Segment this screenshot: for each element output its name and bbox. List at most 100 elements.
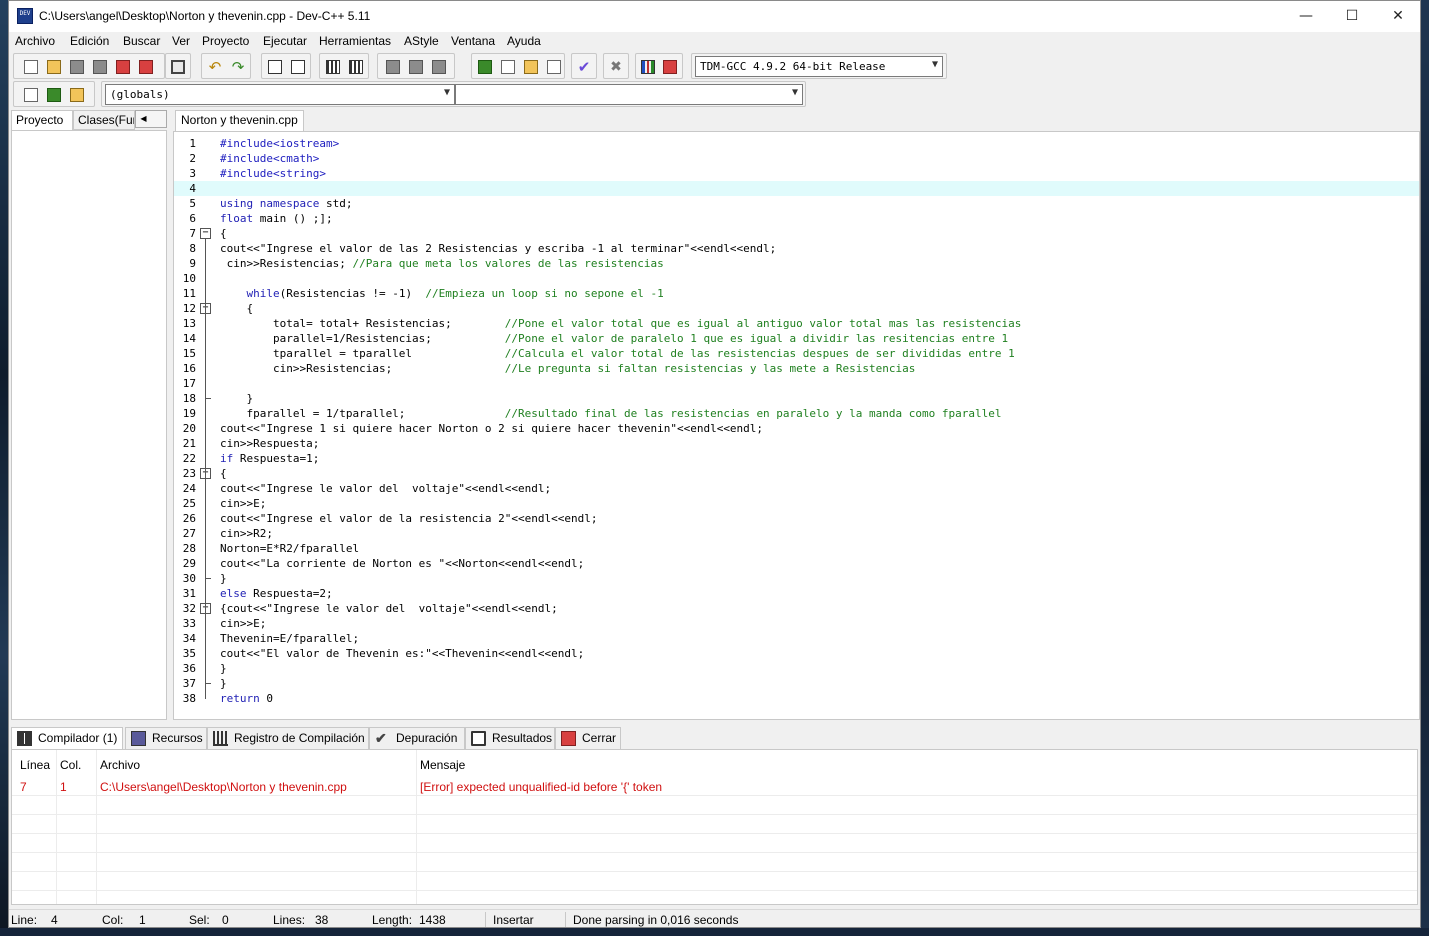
code-line[interactable]: 20 cout<<"Ingrese 1 si quiere hacer Norto… <box>174 421 1419 436</box>
code-line[interactable]: 38 return 0 <box>174 691 1419 706</box>
tab-compilador[interactable]: Compilador (1) <box>11 727 123 749</box>
project-options-button[interactable] <box>430 58 448 76</box>
code-line[interactable]: 2 #include<cmath> <box>174 151 1419 166</box>
goto-definition-button[interactable] <box>45 86 63 104</box>
column-header-archivo[interactable]: Archivo <box>100 758 140 772</box>
menu-ayuda[interactable]: Ayuda <box>507 34 541 48</box>
indent-button[interactable] <box>324 58 342 76</box>
tab-clases[interactable]: Clases(Fun <box>73 110 135 130</box>
code-line[interactable]: 9 cin>>Resistencias; //Para que meta los… <box>174 256 1419 271</box>
replace-button[interactable] <box>289 58 307 76</box>
code-line[interactable]: 7−{ <box>174 226 1419 241</box>
compile-button[interactable] <box>476 58 494 76</box>
code-line[interactable]: 23−{ <box>174 466 1419 481</box>
tab-registro-compilacion[interactable]: Registro de Compilación <box>207 727 369 749</box>
delete-profile-button[interactable] <box>661 58 679 76</box>
goto-declaration-button[interactable] <box>22 86 40 104</box>
column-header-linea[interactable]: Línea <box>20 758 50 772</box>
save-all-button[interactable] <box>91 58 109 76</box>
code-line[interactable]: 12− { <box>174 301 1419 316</box>
editor-tab-norton-y-thevenin[interactable]: Norton y thevenin.cpp <box>175 110 304 131</box>
compile-run-button[interactable] <box>522 58 540 76</box>
column-header-mensaje[interactable]: Mensaje <box>420 758 465 772</box>
menu-archivo[interactable]: Archivo <box>15 34 55 48</box>
error-row-line[interactable]: 7 <box>20 780 27 794</box>
code-line[interactable]: 29 cout<<"La corriente de Norton es "<<No… <box>174 556 1419 571</box>
menu-ver[interactable]: Ver <box>172 34 190 48</box>
column-separator[interactable] <box>96 750 97 904</box>
print-button[interactable] <box>169 58 187 76</box>
column-header-col[interactable]: Col. <box>60 758 81 772</box>
code-line[interactable]: 31 else Respuesta=2; <box>174 586 1419 601</box>
code-line[interactable]: 36} <box>174 661 1419 676</box>
tab-proyecto[interactable]: Proyecto <box>11 110 73 130</box>
close-file-button[interactable] <box>114 58 132 76</box>
minimize-button[interactable]: — <box>1283 1 1329 32</box>
compiler-select[interactable]: TDM-GCC 4.9.2 64-bit Release ▼ <box>695 56 943 77</box>
error-row-message[interactable]: [Error] expected unqualified-id before '… <box>420 780 662 794</box>
redo-button[interactable]: ↷ <box>229 58 247 76</box>
title-bar[interactable]: DEV C:\Users\angel\Desktop\Norton y thev… <box>9 1 1420 32</box>
project-tree[interactable] <box>11 130 167 720</box>
unindent-button[interactable] <box>347 58 365 76</box>
menu-buscar[interactable]: Buscar <box>123 34 160 48</box>
scope-select[interactable]: (globals) ▼ <box>105 84 455 105</box>
column-separator[interactable] <box>416 750 417 904</box>
find-button[interactable] <box>266 58 284 76</box>
code-line[interactable]: 25 cin>>E; <box>174 496 1419 511</box>
run-button[interactable] <box>499 58 517 76</box>
menu-ventana[interactable]: Ventana <box>451 34 495 48</box>
column-separator[interactable] <box>56 750 57 904</box>
remove-from-project-button[interactable] <box>407 58 425 76</box>
code-line[interactable]: 21 cin>>Respuesta; <box>174 436 1419 451</box>
member-select[interactable]: ▼ <box>455 84 803 105</box>
menu-edicion[interactable]: Edición <box>70 34 109 48</box>
code-line[interactable]: 11 while(Resistencias != -1) //Empieza u… <box>174 286 1419 301</box>
code-line[interactable]: 16 cin>>Resistencias; //Le pregunta si f… <box>174 361 1419 376</box>
bookmark-button[interactable] <box>68 86 86 104</box>
tab-cerrar[interactable]: Cerrar <box>555 727 621 749</box>
code-line[interactable]: 5 using namespace std; <box>174 196 1419 211</box>
error-row-col[interactable]: 1 <box>60 780 67 794</box>
code-line[interactable]: 10 <box>174 271 1419 286</box>
code-line[interactable]: 24 cout<<"Ingrese le valor del voltaje"<<… <box>174 481 1419 496</box>
code-line[interactable]: 1 #include<iostream> <box>174 136 1419 151</box>
code-line[interactable]: 35 cout<<"El valor de Thevenin es:"<<Thev… <box>174 646 1419 661</box>
new-file-button[interactable] <box>22 58 40 76</box>
syntax-check-button[interactable]: ✔ <box>575 58 593 76</box>
code-line[interactable]: 4 <box>174 181 1419 196</box>
undo-button[interactable]: ↶ <box>206 58 224 76</box>
tab-recursos[interactable]: Recursos <box>125 727 207 749</box>
code-line[interactable]: 19 fparallel = 1/tparallel; //Resultado … <box>174 406 1419 421</box>
menu-herramientas[interactable]: Herramientas <box>319 34 391 48</box>
code-line[interactable]: 17 <box>174 376 1419 391</box>
close-button[interactable]: ✕ <box>1375 1 1420 32</box>
compiler-messages-list[interactable]: Línea Col. Archivo Mensaje 7 1 C:\Users\… <box>11 749 1418 905</box>
open-file-button[interactable] <box>45 58 63 76</box>
code-line[interactable]: 3 #include<string> <box>174 166 1419 181</box>
code-line[interactable]: 34 Thevenin=E/fparallel; <box>174 631 1419 646</box>
add-to-project-button[interactable] <box>384 58 402 76</box>
code-line[interactable]: 22 if Respuesta=1; <box>174 451 1419 466</box>
error-row-file[interactable]: C:\Users\angel\Desktop\Norton y thevenin… <box>100 780 347 794</box>
code-line[interactable]: 13 total= total+ Resistencias; //Pone el… <box>174 316 1419 331</box>
code-line[interactable]: 32−{cout<<"Ingrese le valor del voltaje"… <box>174 601 1419 616</box>
code-line[interactable]: 30} <box>174 571 1419 586</box>
menu-astyle[interactable]: AStyle <box>404 34 439 48</box>
code-line[interactable]: 18 } <box>174 391 1419 406</box>
code-line[interactable]: 6 float main () ;]; <box>174 211 1419 226</box>
code-line[interactable]: 27 cin>>R2; <box>174 526 1419 541</box>
code-line[interactable]: 26 cout<<"Ingrese el valor de la resisten… <box>174 511 1419 526</box>
close-all-button[interactable] <box>137 58 155 76</box>
profile-button[interactable] <box>639 58 657 76</box>
code-line[interactable]: 33 cin>>E; <box>174 616 1419 631</box>
menu-ejecutar[interactable]: Ejecutar <box>263 34 307 48</box>
tab-depuracion[interactable]: ✔ Depuración <box>369 727 465 749</box>
maximize-button[interactable]: ☐ <box>1329 1 1375 32</box>
code-line[interactable]: 37} <box>174 676 1419 691</box>
tab-scroll-left-button[interactable]: ◀ <box>136 111 151 127</box>
rebuild-button[interactable] <box>545 58 563 76</box>
stop-execution-button[interactable]: ✖ <box>607 58 625 76</box>
code-line[interactable]: 28 Norton=E*R2/fparallel <box>174 541 1419 556</box>
code-line[interactable]: 15 tparallel = tparallel //Calcula el va… <box>174 346 1419 361</box>
